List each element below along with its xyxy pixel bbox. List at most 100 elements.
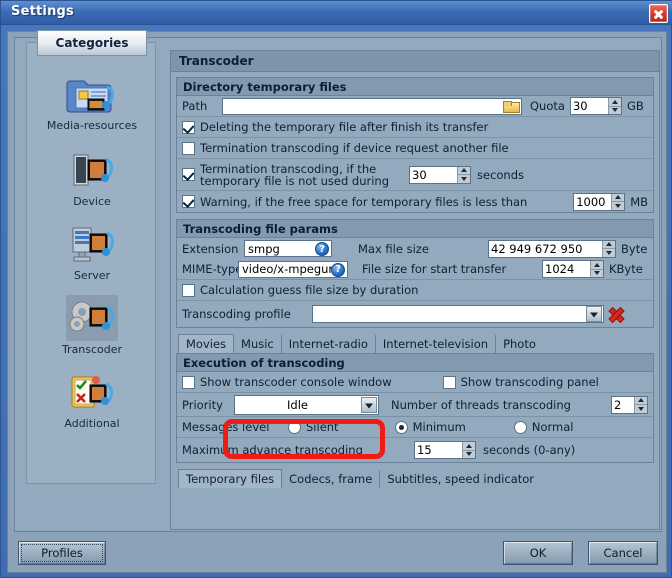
extension-input[interactable]: smpg ? (244, 240, 332, 257)
guess-size-checkbox[interactable] (182, 283, 195, 297)
priority-value: Idle (287, 397, 308, 412)
settings-panel: Categories Media-resources Device Server… (14, 30, 662, 532)
cancel-button[interactable]: Cancel (588, 541, 658, 565)
warning-stepper-buttons[interactable] (611, 193, 625, 210)
ok-button-label: OK (529, 546, 547, 560)
content-area: Transcoder Directory temporary files Pat… (170, 50, 660, 530)
help-icon[interactable]: ? (315, 242, 329, 256)
tab-photo[interactable]: Photo (496, 335, 543, 353)
threads-stepper[interactable]: 2 (611, 395, 648, 414)
delete-red-x-icon[interactable] (607, 306, 624, 323)
max-file-size-stepper-buttons[interactable] (602, 240, 615, 257)
quota-stepper[interactable]: 30 (569, 97, 622, 115)
termination-stepper-buttons[interactable] (457, 166, 470, 183)
sidebar-item-media-resources[interactable]: Media-resources (27, 71, 157, 132)
tab-temporary-files[interactable]: Temporary files (178, 469, 283, 488)
warning-free-space-checkbox[interactable] (182, 195, 195, 208)
max-file-size-stepper[interactable]: 42 949 672 950 (488, 239, 616, 258)
stepper-up[interactable] (612, 194, 625, 202)
tab-internet-radio[interactable]: Internet-radio (282, 335, 376, 353)
clipboard-icon (66, 369, 118, 415)
help-icon[interactable]: ? (331, 262, 345, 277)
termination-unused-label: Termination transcoding, if the temporar… (200, 161, 389, 188)
start-transfer-value: 1024 (545, 262, 575, 276)
chevron-down-icon[interactable] (586, 306, 602, 322)
device-icon (66, 147, 118, 193)
stepper-up[interactable] (591, 261, 603, 270)
content-header: Transcoder (170, 50, 660, 72)
stepper-up[interactable] (608, 98, 621, 107)
tab-internet-television[interactable]: Internet-television (376, 335, 497, 353)
stepper-down[interactable] (458, 175, 470, 183)
sidebar-item-label: Additional (64, 417, 120, 430)
sidebar-item-label: Media-resources (46, 119, 138, 132)
stepper-up[interactable] (635, 397, 647, 405)
extension-row: Extension smpg ? Max file size 42 949 67… (177, 238, 653, 259)
messages-normal-radio[interactable] (513, 420, 527, 434)
start-transfer-stepper[interactable]: 1024 (542, 260, 604, 278)
mime-label: MIME-type (182, 262, 243, 276)
threads-value: 2 (614, 397, 622, 412)
messages-minimum-radio[interactable] (394, 420, 408, 434)
stepper-down[interactable] (603, 249, 615, 257)
window-client-area: Categories Media-resources Device Server… (7, 30, 667, 573)
threads-stepper-buttons[interactable] (634, 396, 647, 413)
group-title: Execution of transcoding (177, 354, 653, 372)
profiles-button[interactable]: Profiles (18, 541, 106, 565)
transcoding-profile-label: Transcoding profile (182, 307, 291, 321)
ok-button[interactable]: OK (503, 541, 573, 565)
stepper-down[interactable] (591, 270, 603, 278)
transcoding-profile-dropdown[interactable] (312, 305, 604, 323)
guess-size-row[interactable]: Calculation guess file size by duration (177, 280, 653, 301)
stepper-up[interactable] (458, 167, 470, 175)
sidebar-item-additional[interactable]: Additional (27, 369, 157, 430)
stepper-down[interactable] (612, 202, 624, 210)
warning-mb-stepper[interactable]: 1000 (573, 192, 626, 211)
group-title: Transcoding file params (177, 220, 653, 238)
maximum-advance-stepper[interactable]: 15 (414, 441, 476, 459)
sidebar-item-device[interactable]: Device (27, 147, 157, 208)
group-title: Directory temporary files (177, 78, 653, 96)
stepper-down[interactable] (635, 405, 647, 413)
termination-request-checkbox[interactable] (182, 141, 195, 155)
delete-temp-row[interactable]: Deleting the temporary file after finish… (177, 117, 653, 138)
chevron-down-icon[interactable] (361, 396, 377, 413)
profiles-button-wrap: Profiles (18, 541, 106, 565)
delete-temp-label: Deleting the temporary file after finish… (200, 120, 489, 134)
extension-label: Extension (182, 241, 239, 256)
stepper-down[interactable] (609, 107, 621, 115)
tab-movies[interactable]: Movies (178, 334, 235, 353)
sidebar-item-transcoder[interactable]: Transcoder (27, 295, 157, 356)
termination-unused-checkbox[interactable] (182, 168, 195, 181)
show-panel-checkbox[interactable] (442, 375, 456, 389)
quota-stepper-buttons[interactable] (607, 98, 621, 115)
priority-dropdown[interactable]: Idle (234, 394, 379, 415)
mime-input[interactable]: video/x-mpegurl ? (238, 260, 348, 278)
transcoding-file-params-group: Transcoding file params Extension smpg ?… (176, 219, 654, 328)
stepper-down[interactable] (463, 451, 475, 459)
sidebar-item-server[interactable]: Server (27, 221, 157, 282)
termination-seconds-value: 30 (412, 167, 427, 182)
categories-header: Categories (37, 30, 147, 56)
show-console-checkbox[interactable] (182, 375, 195, 389)
path-input[interactable] (222, 97, 522, 115)
messages-silent-label: Silent (306, 420, 339, 434)
start-transfer-stepper-buttons[interactable] (590, 261, 603, 277)
close-icon[interactable] (649, 4, 668, 23)
extension-value: smpg (248, 241, 280, 256)
messages-silent-radio[interactable] (288, 420, 301, 434)
folder-open-icon[interactable] (503, 100, 520, 113)
quota-unit: GB (626, 99, 644, 113)
tab-subtitles-speed-indicator[interactable]: Subtitles, speed indicator (380, 470, 541, 488)
delete-temp-checkbox[interactable] (182, 120, 195, 134)
mime-value: video/x-mpegurl (242, 262, 337, 276)
termination-seconds-unit: seconds (477, 167, 525, 182)
advance-stepper-buttons[interactable] (462, 442, 475, 458)
termination-seconds-stepper[interactable]: 30 (409, 165, 471, 184)
tab-music[interactable]: Music (234, 335, 282, 353)
stepper-up[interactable] (603, 241, 615, 249)
tab-codecs-frame[interactable]: Codecs, frame (282, 470, 381, 488)
termination-request-row[interactable]: Termination transcoding if device reques… (177, 138, 653, 159)
stepper-up[interactable] (463, 442, 475, 451)
priority-label: Priority (182, 397, 223, 412)
